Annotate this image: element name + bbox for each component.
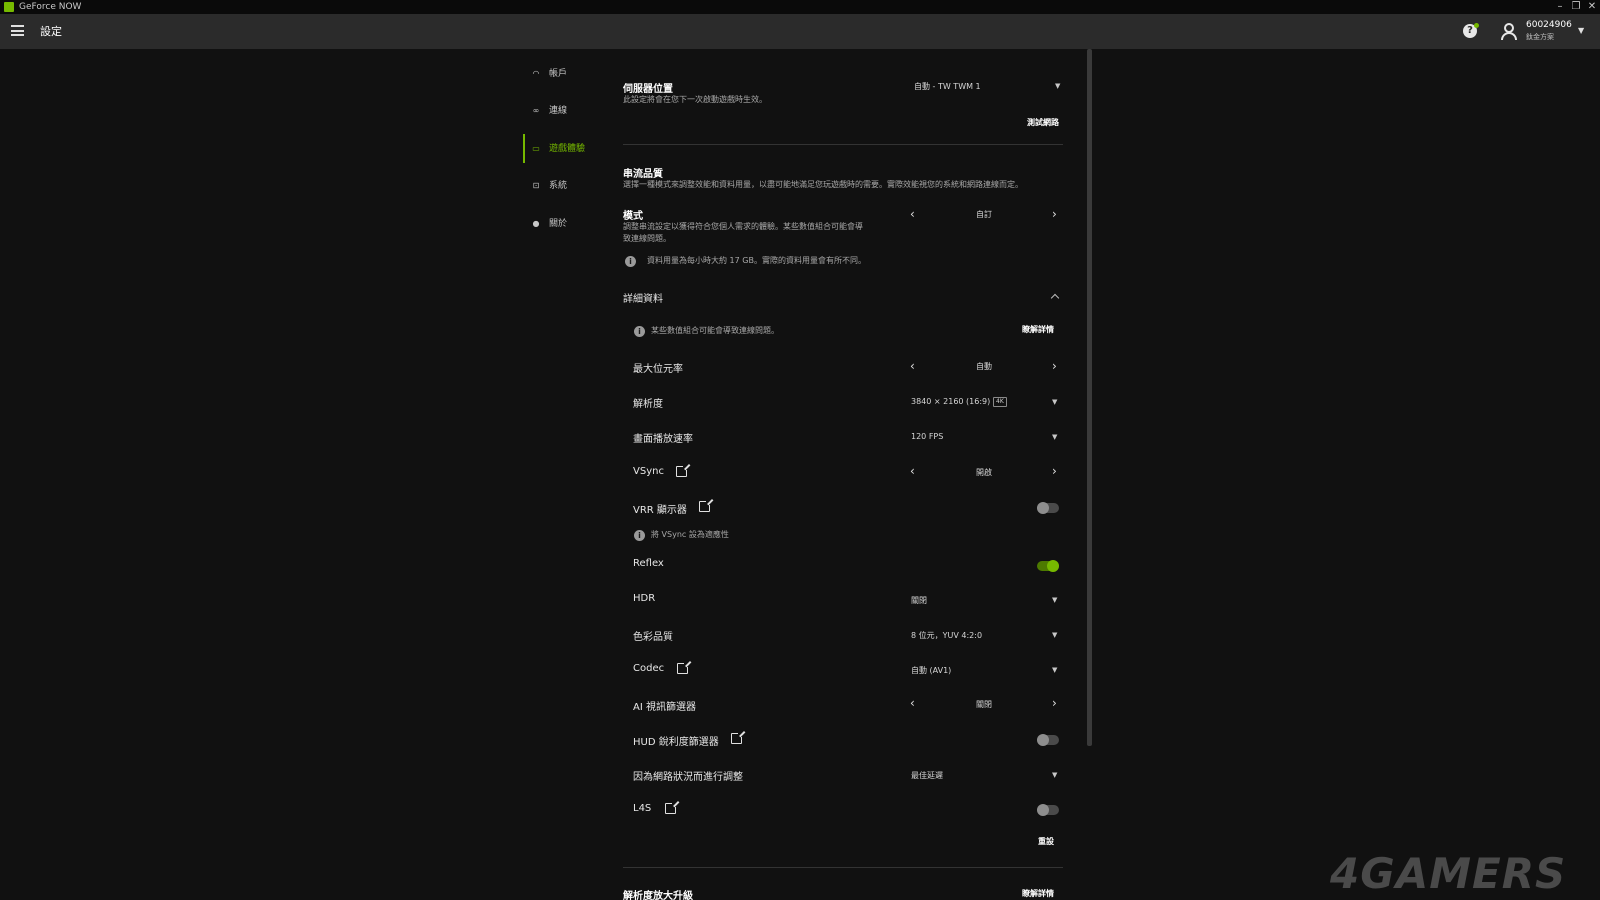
section-divider bbox=[623, 867, 1063, 868]
hdr-dropdown[interactable]: 關閉 bbox=[911, 595, 927, 606]
user-plan: 鈦金方案 bbox=[1526, 33, 1554, 41]
system-icon: ⊡ bbox=[532, 181, 540, 190]
info-icon: ● bbox=[532, 219, 540, 228]
mode-label: 模式 bbox=[623, 211, 643, 222]
chevron-down-icon[interactable]: ▼ bbox=[1052, 433, 1057, 441]
ai-filter-label: AI 視訊篩選器 bbox=[633, 702, 696, 713]
vrr-note: 將 VSync 設為適應性 bbox=[651, 530, 729, 539]
hud-filter-toggle[interactable] bbox=[1037, 734, 1059, 746]
user-id[interactable]: 60024906 bbox=[1526, 20, 1572, 31]
framerate-label: 畫面播放速率 bbox=[633, 434, 693, 445]
mode-desc-line-2: 致連線問題。 bbox=[623, 234, 671, 243]
test-network-link[interactable]: 測試網路 bbox=[1027, 117, 1059, 128]
window-titlebar: GeForce NOW – ❐ ✕ bbox=[0, 0, 1600, 14]
server-location-dropdown[interactable]: 自動 - TW TWM 1 bbox=[914, 81, 981, 92]
codec-dropdown[interactable]: 自動 (AV1) bbox=[911, 665, 951, 676]
learn-more-link[interactable]: 瞭解詳情 bbox=[1022, 324, 1054, 335]
info-circle-icon: i bbox=[625, 256, 636, 267]
reset-button[interactable]: 重設 bbox=[1038, 836, 1054, 847]
4k-badge: 4K bbox=[993, 397, 1007, 407]
upscale-title: 解析度放大升級 bbox=[623, 891, 693, 900]
sidebar-item-system[interactable]: ⊡ 系統 bbox=[523, 174, 603, 198]
network-adjust-label: 因為網路狀況而進行調整 bbox=[633, 772, 743, 783]
chevron-right-icon[interactable]: › bbox=[1052, 360, 1057, 372]
chevron-right-icon[interactable]: › bbox=[1052, 465, 1057, 477]
sidebar-item-connection[interactable]: ∞ 連線 bbox=[523, 99, 603, 123]
chevron-down-icon[interactable]: ▼ bbox=[1052, 666, 1057, 674]
section-divider bbox=[623, 144, 1063, 145]
external-link-icon[interactable] bbox=[677, 661, 690, 674]
resolution-dropdown[interactable]: 3840 × 2160 (16:9) bbox=[911, 397, 990, 406]
chevron-left-icon[interactable]: ‹ bbox=[910, 208, 915, 220]
vsync-value: 開啟 bbox=[976, 468, 992, 477]
resolution-label: 解析度 bbox=[633, 399, 663, 410]
vrr-label: VRR 顯示器 bbox=[633, 505, 687, 516]
mode-value: 自訂 bbox=[976, 210, 992, 219]
color-quality-dropdown[interactable]: 8 位元，YUV 4:2:0 bbox=[911, 630, 982, 641]
restore-button[interactable]: ❐ bbox=[1568, 0, 1584, 14]
chevron-left-icon[interactable]: ‹ bbox=[910, 697, 915, 709]
geforce-now-logo-icon bbox=[4, 2, 14, 12]
vsync-label: VSync bbox=[633, 466, 664, 477]
framerate-dropdown[interactable]: 120 FPS bbox=[911, 432, 943, 441]
info-circle-icon: i bbox=[634, 326, 645, 337]
upscale-learn-more-link[interactable]: 瞭解詳情 bbox=[1022, 888, 1054, 899]
chevron-down-icon[interactable]: ▼ bbox=[1052, 631, 1057, 639]
chevron-right-icon[interactable]: › bbox=[1052, 697, 1057, 709]
chevron-down-icon[interactable]: ▼ bbox=[1052, 771, 1057, 779]
sidebar-item-account[interactable]: ◠ 帳戶 bbox=[523, 62, 603, 86]
hdr-label: HDR bbox=[633, 593, 656, 604]
close-button[interactable]: ✕ bbox=[1584, 0, 1600, 14]
external-link-icon[interactable] bbox=[699, 499, 712, 512]
content-scrollbar[interactable] bbox=[1087, 49, 1092, 746]
sidebar-item-gameplay[interactable]: ▭ 遊戲體驗 bbox=[523, 137, 603, 161]
chevron-left-icon[interactable]: ‹ bbox=[910, 465, 915, 477]
chevron-up-icon[interactable] bbox=[1050, 293, 1060, 303]
details-title: 詳細資料 bbox=[623, 294, 663, 305]
external-link-icon[interactable] bbox=[731, 731, 744, 744]
user-avatar-icon[interactable] bbox=[1500, 23, 1518, 40]
stream-quality-title: 串流品質 bbox=[623, 169, 663, 180]
vrr-toggle[interactable] bbox=[1037, 502, 1059, 514]
sidebar-item-about[interactable]: ● 關於 bbox=[523, 212, 603, 236]
codec-label: Codec bbox=[633, 663, 665, 674]
mode-desc-line-1: 調整串流設定以獲得符合您個人需求的體驗。某些數值組合可能會導 bbox=[623, 222, 863, 231]
chevron-down-icon[interactable]: ▼ bbox=[1052, 596, 1057, 604]
hud-filter-label: HUD 銳利度篩選器 bbox=[633, 737, 719, 748]
max-bitrate-label: 最大位元率 bbox=[633, 364, 683, 375]
minimize-button[interactable]: – bbox=[1552, 0, 1568, 14]
chevron-down-icon[interactable]: ▼ bbox=[1578, 26, 1584, 35]
stream-quality-desc: 選擇一種模式來調整效能和資料用量，以盡可能地滿足您玩遊戲時的需要。實際效能視您的… bbox=[623, 180, 1023, 189]
data-usage-note: 資料用量為每小時大約 17 GB。實際的資料用量會有所不同。 bbox=[647, 256, 866, 265]
combination-warning: 某些數值組合可能會導致連線問題。 bbox=[651, 326, 779, 335]
chevron-down-icon[interactable]: ▼ bbox=[1055, 82, 1060, 90]
chevron-down-icon[interactable]: ▼ bbox=[1052, 398, 1057, 406]
monitor-icon: ▭ bbox=[532, 144, 540, 153]
l4s-toggle[interactable] bbox=[1037, 804, 1059, 816]
link-icon: ∞ bbox=[532, 106, 540, 115]
server-location-title: 伺服器位置 bbox=[623, 84, 673, 95]
ai-filter-value: 關閉 bbox=[976, 700, 992, 709]
network-adjust-dropdown[interactable]: 最佳延遲 bbox=[911, 770, 943, 781]
color-quality-label: 色彩品質 bbox=[633, 632, 673, 643]
external-link-icon[interactable] bbox=[665, 801, 678, 814]
info-circle-icon: i bbox=[634, 530, 645, 541]
max-bitrate-value: 自動 bbox=[976, 362, 992, 371]
window-title: GeForce NOW bbox=[19, 2, 82, 12]
server-location-desc: 此設定將會在您下一次啟動遊戲時生效。 bbox=[623, 95, 767, 104]
chevron-left-icon[interactable]: ‹ bbox=[910, 360, 915, 372]
notification-dot bbox=[1474, 23, 1479, 28]
reflex-toggle[interactable] bbox=[1037, 560, 1059, 572]
external-link-icon[interactable] bbox=[676, 464, 689, 477]
hamburger-menu-icon[interactable] bbox=[11, 25, 24, 36]
chevron-right-icon[interactable]: › bbox=[1052, 208, 1057, 220]
page-title: 設定 bbox=[40, 25, 62, 38]
headset-icon: ◠ bbox=[532, 69, 540, 78]
reflex-label: Reflex bbox=[633, 558, 664, 569]
l4s-label: L4S bbox=[633, 803, 652, 814]
app-header: 設定 ? 60024906 鈦金方案 ▼ bbox=[0, 14, 1600, 49]
4gamers-watermark: 4GAMERS bbox=[1330, 849, 1567, 898]
